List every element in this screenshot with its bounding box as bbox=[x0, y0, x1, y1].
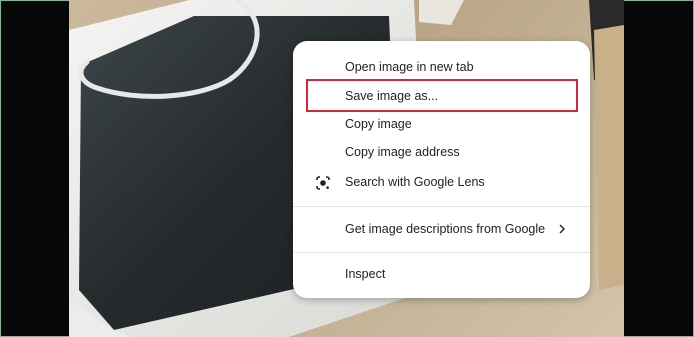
menu-item-copy-image-address[interactable]: Copy image address bbox=[293, 138, 590, 166]
menu-item-label: Inspect bbox=[345, 267, 386, 281]
menu-item-inspect[interactable]: Inspect bbox=[293, 260, 590, 288]
menu-item-label: Copy image bbox=[345, 117, 412, 131]
google-lens-icon bbox=[316, 176, 330, 190]
menu-item-image-descriptions[interactable]: Get image descriptions from Google bbox=[293, 215, 590, 243]
menu-item-open-image-new-tab[interactable]: Open image in new tab bbox=[293, 53, 590, 81]
menu-item-label: Get image descriptions from Google bbox=[345, 222, 546, 236]
menu-item-label: Copy image address bbox=[345, 145, 460, 159]
chevron-right-icon bbox=[559, 224, 565, 234]
menu-item-copy-image[interactable]: Copy image bbox=[293, 110, 590, 138]
menu-separator bbox=[293, 252, 590, 253]
menu-item-search-google-lens[interactable]: Search with Google Lens bbox=[293, 168, 590, 196]
menu-item-label: Open image in new tab bbox=[345, 60, 474, 74]
menu-item-label: Search with Google Lens bbox=[345, 175, 485, 189]
context-menu: Open image in new tab Save image as... C… bbox=[293, 41, 590, 298]
menu-separator bbox=[293, 206, 590, 207]
highlight-box bbox=[306, 79, 578, 112]
